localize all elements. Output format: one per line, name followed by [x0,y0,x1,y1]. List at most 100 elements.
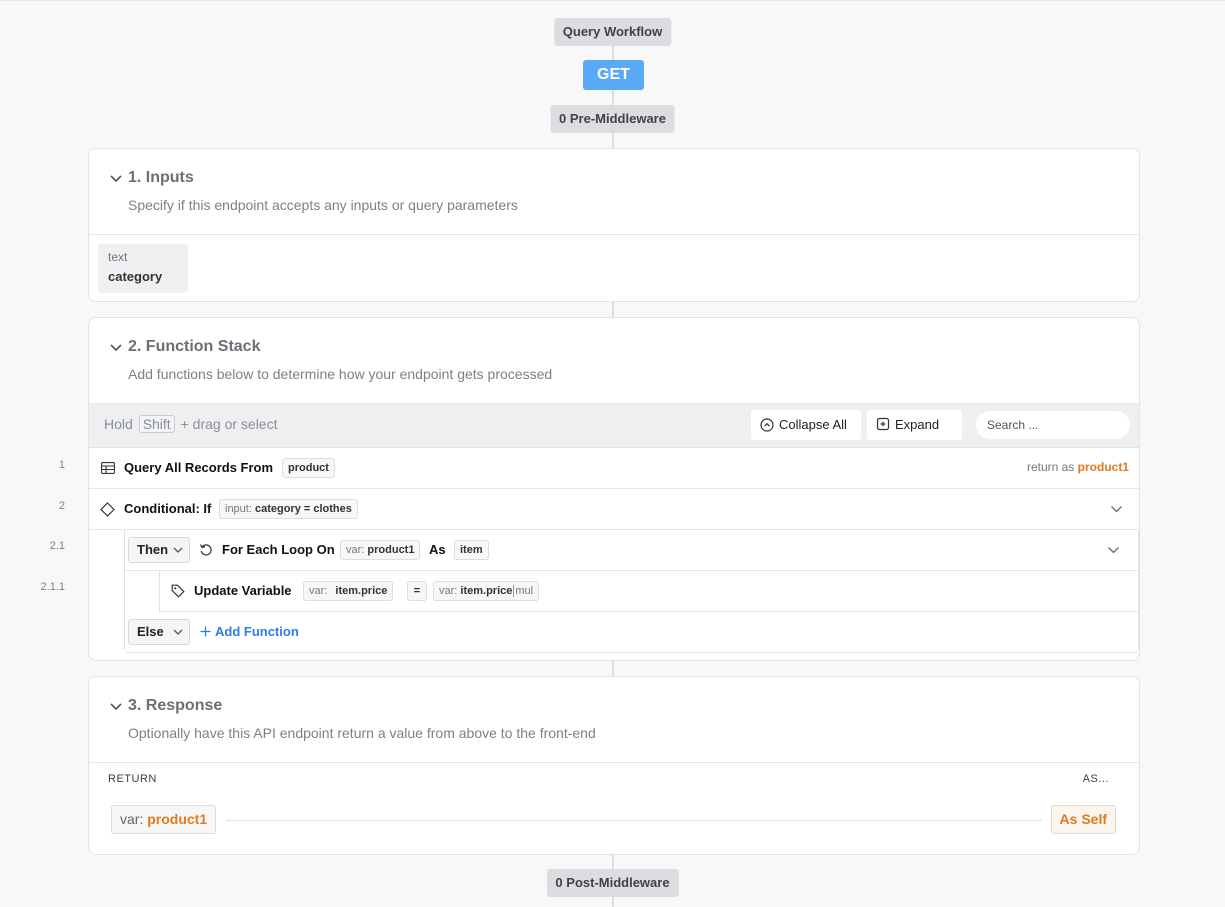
branch-label: Then [137,542,169,557]
equals-sign: = [413,585,421,597]
chevron-down-icon [173,547,183,553]
condition-tag[interactable]: input: category = clothes [219,499,358,519]
chevron-down-icon [173,629,183,635]
response-header[interactable]: 3. Response Optionally have this API end… [89,677,1139,763]
row-number: 2 [58,500,65,512]
function-stack-header[interactable]: 2. Function Stack Add functions below to… [89,318,1139,404]
response-subtitle: Optionally have this API endpoint return… [128,725,596,741]
inputs-body: text category [89,235,1139,301]
function-stack-title: 2. Function Stack [128,338,261,355]
var-prefix: var: [120,811,144,827]
chevron-down-icon[interactable] [109,173,123,185]
plus-icon [200,626,211,637]
workflow-title: Query Workflow [553,18,672,46]
condition-value: category = clothes [254,503,352,515]
workflow-connector-line [612,90,614,106]
input-type: text [108,250,128,264]
row-number: 1 [58,459,65,471]
add-function-button[interactable]: Add Function [200,624,299,639]
workflow-connector-line [612,132,614,148]
input-item[interactable]: text category [98,244,188,293]
loop-icon [199,544,212,556]
workflow-connector-line [612,301,614,317]
branch-label: Else [137,624,164,639]
input-name: category [108,269,163,284]
equals-tag: = [407,581,427,601]
collapse-all-label: Collapse All [779,417,847,432]
workflow-connector-line [612,896,614,907]
table-tag[interactable]: product [282,458,335,478]
loop-item-tag[interactable]: item [454,540,489,560]
collapse-circle-icon [760,418,774,432]
return-var-chip[interactable]: var: product1 [111,805,217,834]
expand-button[interactable]: Expand [867,410,962,440]
function-search-input[interactable] [976,411,1130,439]
var-value: product1 [367,544,415,556]
pre-middleware-button[interactable]: 0 Pre-Middleware [550,105,675,133]
var-prefix: var: [346,544,365,556]
row-number: 2.1.1 [40,581,65,593]
function-row-update-variable[interactable]: Update Variable var: item.price = var: i… [160,571,1138,612]
chevron-down-icon[interactable] [109,342,123,354]
tag-icon [171,584,185,598]
inputs-title: 1. Inputs [128,169,194,186]
chevron-down-icon[interactable] [1110,504,1123,514]
post-middleware-button[interactable]: 0 Post-Middleware [546,869,679,897]
drag-hint-text: + drag or select [180,416,278,432]
row-number: 2.1 [49,540,65,552]
inputs-card: 1. Inputs Specify if this endpoint accep… [88,148,1140,302]
table-name: product [288,462,329,474]
var-value: item.price [335,585,388,597]
var-prefix: var: [439,585,458,597]
as-self-button[interactable]: As Self [1050,805,1116,834]
then-branch-dropdown[interactable]: Then [128,537,190,563]
method-badge[interactable]: GET [583,60,644,90]
hold-text: Hold [104,416,133,432]
add-function-label: Add Function [215,624,299,639]
return-column-header: RETURN [108,773,157,785]
else-branch-row: Else Add Function [125,612,1138,653]
workflow-connector-line [612,45,614,61]
shift-key: Shift [138,415,175,433]
item-name: item [460,544,483,556]
var-value: item.price [460,585,513,597]
diamond-icon [100,502,115,517]
function-label: Query All Records From [124,460,274,475]
function-label: Update Variable [194,583,292,598]
inputs-subtitle: Specify if this endpoint accepts any inp… [128,197,518,213]
function-row-for-each[interactable]: Then For Each Loop On var: product1 As i… [125,530,1138,571]
target-var-tag[interactable]: var: item.price [303,581,394,601]
collapse-all-button[interactable]: Collapse All [751,410,861,440]
as-column-header: AS... [1082,773,1109,785]
workflow-connector-line [612,854,614,870]
return-as-value[interactable]: product1 [1078,460,1129,474]
response-card: 3. Response Optionally have this API end… [88,676,1140,855]
function-row-conditional[interactable]: Conditional: If input: category = clothe… [89,489,1139,530]
response-title: 3. Response [128,697,223,714]
nest-guide-line [1138,530,1139,650]
workflow-connector-line [612,660,614,676]
return-as-label: return as [1026,460,1075,474]
inputs-header[interactable]: 1. Inputs Specify if this endpoint accep… [89,149,1139,235]
drag-hint: Hold Shift + drag or select [104,415,278,433]
dotted-separator [227,820,1041,821]
function-stack-subtitle: Add functions below to determine how you… [128,366,553,382]
function-row-query-all-records[interactable]: Query All Records From product return as… [89,448,1139,489]
as-label: As [429,542,446,557]
loop-var-tag[interactable]: var: product1 [340,540,421,560]
table-icon [101,462,115,474]
var-prefix: var: [309,585,328,597]
filter-name: mul [515,585,534,597]
condition-prefix: input: [225,503,252,515]
return-var-value: product1 [147,811,208,827]
return-as: return as product1 [1027,460,1129,474]
function-label: For Each Loop On [222,542,335,557]
function-stack-card: 2. Function Stack Add functions below to… [88,317,1140,661]
else-branch-dropdown[interactable]: Else [128,619,190,645]
function-label: Conditional: If [124,501,212,516]
function-stack-toolbar: Hold Shift + drag or select Collapse All… [89,404,1139,448]
chevron-down-icon[interactable] [109,701,123,713]
value-var-tag[interactable]: var: item.price mul [433,581,540,601]
chevron-down-icon[interactable] [1107,545,1120,555]
expand-square-icon [876,417,890,431]
